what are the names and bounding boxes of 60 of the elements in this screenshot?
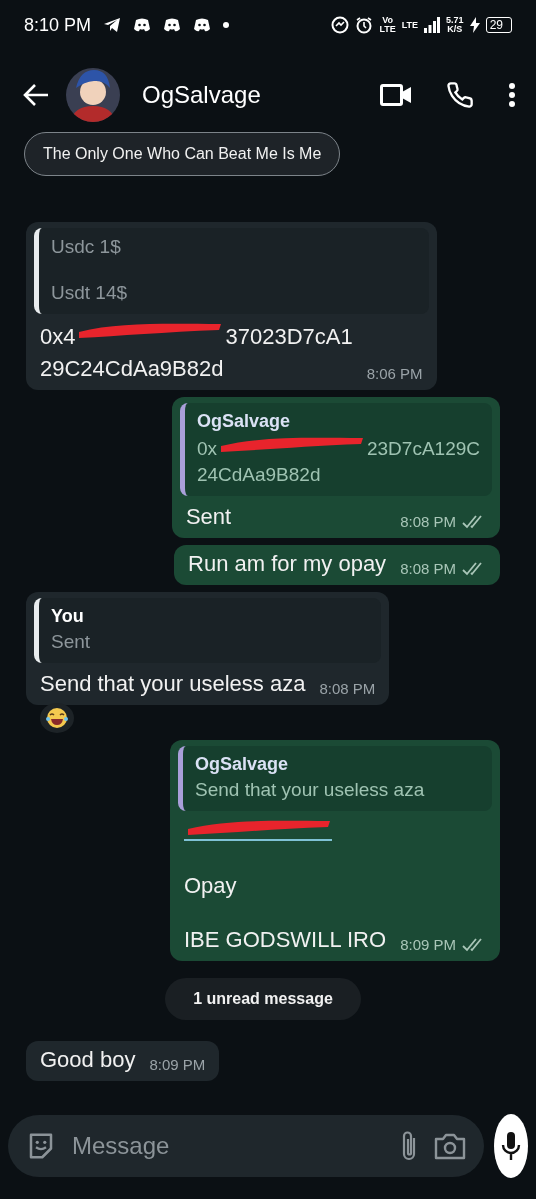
reaction-badge[interactable] <box>40 703 74 733</box>
quoted-text: Usdt 14$ <box>51 282 129 304</box>
video-call-button[interactable] <box>380 83 412 107</box>
message-time: 8:06 PM <box>366 365 423 382</box>
network-speed: 5.71 K/S <box>446 16 464 34</box>
quoted-text: 24CdAa9B82d <box>196 464 322 486</box>
telegram-icon <box>103 17 122 33</box>
incoming-message-bubble[interactable]: Usdc 1$ Usdt 14$ 0x4 37023D7cA1 29C24CdAa9B82d 8:06 PM <box>26 222 437 390</box>
message-text: 0x4 37023D7cA1 <box>40 322 353 350</box>
dot-icon <box>223 22 230 28</box>
quoted-text: Sent <box>51 631 92 653</box>
message-time: 8:08 PM <box>319 680 376 697</box>
clock-time: 8:10 PM <box>24 14 92 36</box>
message-text: Opay <box>184 873 238 899</box>
incoming-message-bubble[interactable]: Good boy 8:09 PM <box>26 1041 220 1081</box>
outgoing-message-bubble[interactable]: OgSalvage Send that your useless aza Opay IBE GODSWILL IRO 8:09 PM <box>170 740 500 961</box>
microphone-icon <box>500 1131 522 1161</box>
volte-indicator: Vo LTE <box>379 16 396 34</box>
gauge-icon <box>331 16 350 34</box>
message-field[interactable]: Message <box>8 1115 484 1177</box>
quoted-message[interactable]: OgSalvage Send that your useless aza <box>178 746 492 811</box>
message-text: Good boy <box>40 1047 136 1073</box>
outgoing-message-bubble[interactable]: OgSalvage 0x 23D7cA129C 24CdAa9B82d Sent 8:08 PM <box>171 397 500 538</box>
charging-icon <box>469 17 480 33</box>
contact-name[interactable]: OgSalvage <box>142 81 261 109</box>
menu-button[interactable] <box>508 82 516 108</box>
message-time: 8:09 PM <box>149 1056 206 1073</box>
quoted-text: Usdc 1$ <box>51 236 122 258</box>
message-text: Send that your useless aza <box>40 671 306 697</box>
message-text: 29C24CdAa9B82d <box>40 356 225 382</box>
status-tooltip: The Only One Who Can Beat Me Is Me <box>24 132 341 176</box>
message-text: IBE GODSWILL IRO <box>184 927 387 953</box>
message-time: 8:08 PM <box>400 560 456 577</box>
network-type: LTE <box>401 20 419 30</box>
message-time: 8:09 PM <box>400 936 456 953</box>
signal-icon <box>424 17 441 33</box>
outgoing-message-bubble[interactable]: Run am for my opay 8:08 PM <box>174 545 500 585</box>
discord-icon <box>133 18 152 32</box>
message-time: 8:08 PM <box>400 513 456 530</box>
quoted-author: OgSalvage <box>195 754 290 775</box>
battery-level: 29 <box>485 17 512 33</box>
quoted-author: You <box>51 606 85 627</box>
message-text: Run am for my opay <box>188 551 387 577</box>
quoted-message[interactable]: OgSalvage 0x 23D7cA129C 24CdAa9B82d <box>179 403 492 496</box>
message-text: Sent <box>185 504 232 530</box>
laughing-emoji-icon <box>45 706 69 730</box>
unread-divider: 1 unread message <box>165 978 361 1020</box>
message-input[interactable]: Message <box>70 1131 384 1161</box>
discord-icon <box>163 18 182 32</box>
camera-icon[interactable] <box>434 1132 466 1160</box>
voice-call-button[interactable] <box>446 81 474 109</box>
incoming-message-bubble[interactable]: You Sent Send that your useless aza 8:08 PM <box>26 592 390 705</box>
quoted-message[interactable]: You Sent <box>34 598 382 663</box>
back-button[interactable] <box>22 83 50 107</box>
quoted-text: 0x 23D7cA129C <box>196 436 480 460</box>
discord-icon <box>193 18 212 32</box>
quoted-message[interactable]: Usdc 1$ Usdt 14$ <box>34 228 429 314</box>
alarm-icon <box>355 16 374 34</box>
quoted-author: OgSalvage <box>196 411 291 432</box>
quoted-text: Send that your useless aza <box>195 779 426 801</box>
